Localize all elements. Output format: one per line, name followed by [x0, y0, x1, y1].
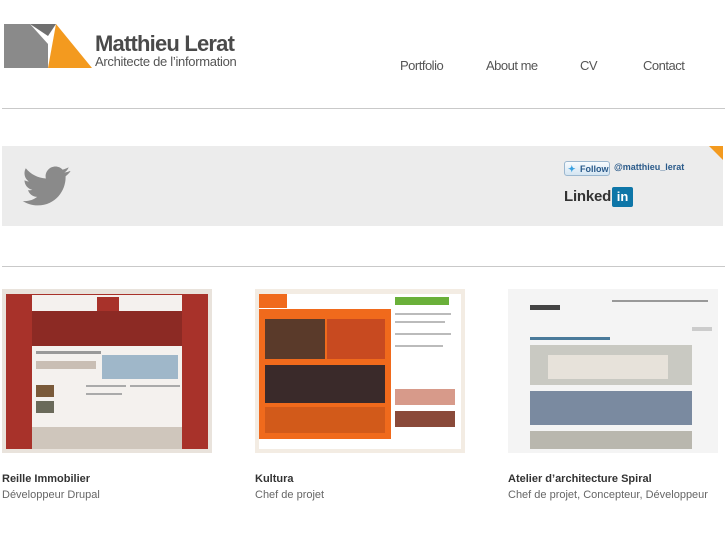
nav-about-me[interactable]: About me: [486, 58, 538, 73]
project-thumbnail-kultura[interactable]: [255, 289, 465, 453]
corner-accent: [709, 146, 723, 160]
twitter-bird-icon[interactable]: [22, 166, 72, 206]
nav-portfolio[interactable]: Portfolio: [400, 58, 444, 73]
header-divider: [2, 108, 725, 109]
project-role-spiral: Chef de projet, Concepteur, Développeur: [508, 489, 708, 501]
project-role-kultura: Chef de projet: [255, 489, 325, 501]
nav-contact[interactable]: Contact: [643, 58, 685, 73]
social-band: ✦ Follow @matthieu_lerat Linked in: [2, 146, 723, 226]
twitter-small-icon: ✦: [568, 164, 576, 174]
project-role-reille: Développeur Drupal: [2, 489, 100, 501]
follow-label: Follow: [580, 164, 609, 174]
brand-tagline: Architecte de l’information: [95, 54, 237, 69]
project-title-reille[interactable]: Reille Immobilier: [2, 473, 90, 485]
project-title-kultura[interactable]: Kultura: [255, 473, 294, 485]
twitter-handle-link[interactable]: @matthieu_lerat: [614, 162, 684, 172]
logo-icon[interactable]: [4, 24, 92, 68]
social-divider: [2, 266, 725, 267]
project-title-spiral[interactable]: Atelier d’architecture Spiral: [508, 473, 652, 485]
linkedin-link[interactable]: Linked: [564, 188, 611, 205]
twitter-follow-button[interactable]: ✦ Follow: [564, 161, 610, 176]
linkedin-icon[interactable]: in: [612, 187, 633, 207]
project-thumbnail-spiral[interactable]: [508, 289, 718, 453]
project-thumbnail-reille[interactable]: [2, 289, 212, 453]
nav-cv[interactable]: CV: [580, 58, 598, 73]
